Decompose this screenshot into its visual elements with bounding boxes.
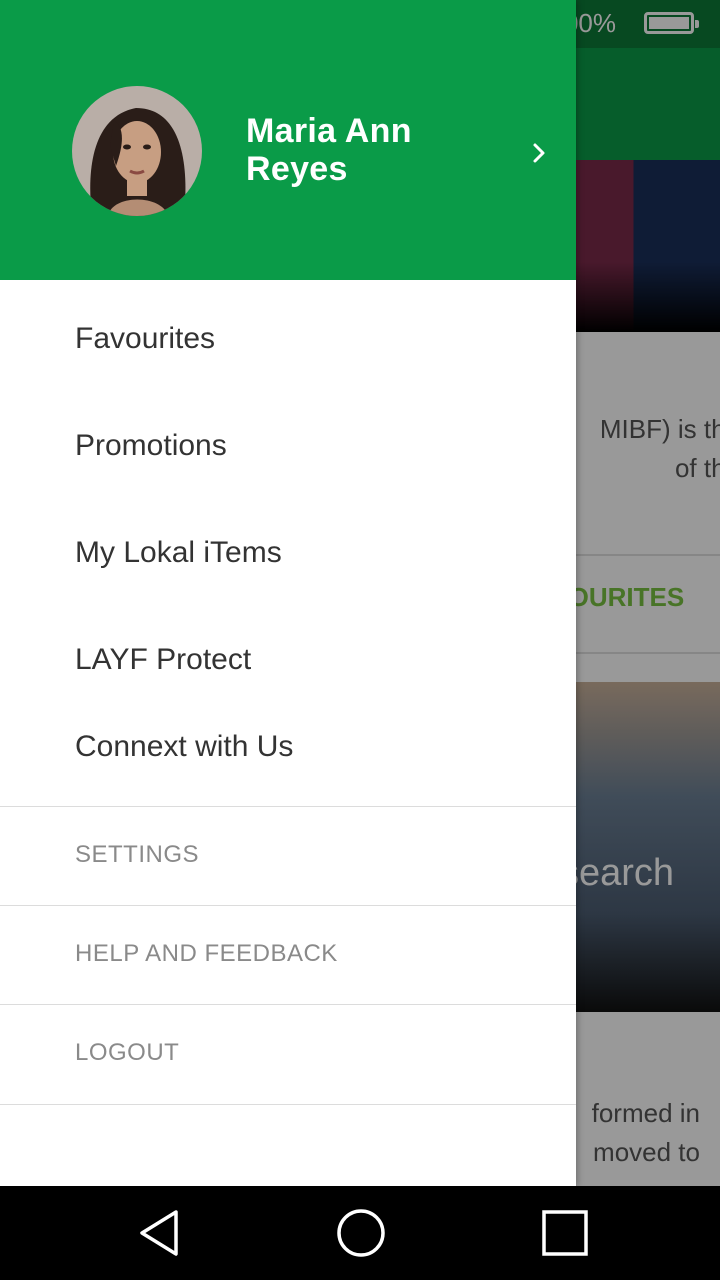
menu-item-my-lokal-items[interactable]: My Lokal iTems (0, 514, 576, 594)
chevron-right-icon[interactable] (528, 138, 552, 168)
divider (0, 1104, 576, 1105)
menu-item-label: Promotions (75, 429, 227, 462)
menu-item-connext-with-us[interactable]: Connext with Us (0, 708, 576, 788)
menu-item-favourites[interactable]: Favourites (0, 300, 576, 380)
menu-item-label: HELP AND FEEDBACK (75, 940, 338, 967)
menu-item-label: My Lokal iTems (75, 536, 282, 569)
recents-icon[interactable] (540, 1208, 590, 1258)
menu-item-label: Favourites (75, 322, 216, 355)
menu-item-promotions[interactable]: Promotions (0, 407, 576, 487)
home-icon[interactable] (336, 1208, 386, 1258)
menu-item-layf-protect[interactable]: LAYF Protect (0, 621, 576, 701)
system-navigation-bar (0, 1186, 720, 1280)
user-avatar[interactable] (72, 86, 202, 216)
menu-item-label: SETTINGS (75, 841, 200, 868)
back-icon[interactable] (136, 1208, 186, 1258)
menu-item-logout[interactable]: LOGOUT (0, 1005, 576, 1103)
drawer-header[interactable]: Maria Ann Reyes (0, 0, 576, 280)
menu-item-label: LOGOUT (75, 1039, 180, 1066)
menu-item-label: LAYF Protect (75, 643, 252, 676)
navigation-drawer: Maria Ann Reyes Favourites Promotions My… (0, 0, 576, 1186)
user-name[interactable]: Maria Ann Reyes (246, 112, 486, 188)
menu-item-settings[interactable]: SETTINGS (0, 807, 576, 905)
menu-item-label: Connext with Us (75, 730, 294, 763)
menu-item-help-and-feedback[interactable]: HELP AND FEEDBACK (0, 906, 576, 1004)
